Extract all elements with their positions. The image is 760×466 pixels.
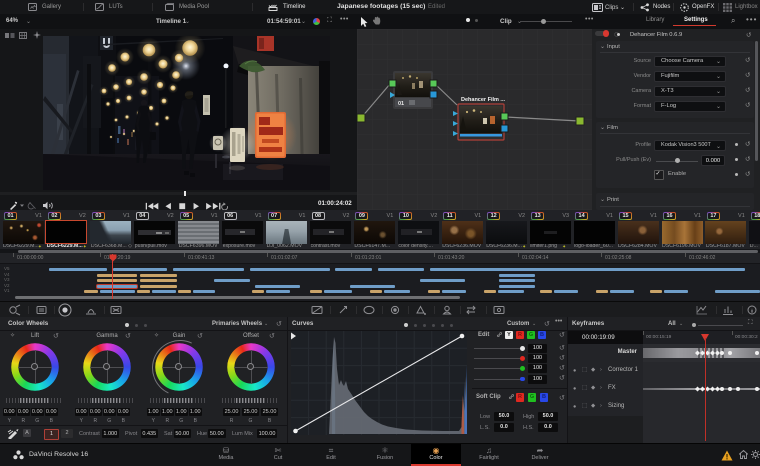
svg-text:01: 01 [398,101,404,107]
svg-text:Dehancer Film ...: Dehancer Film ... [461,97,505,103]
